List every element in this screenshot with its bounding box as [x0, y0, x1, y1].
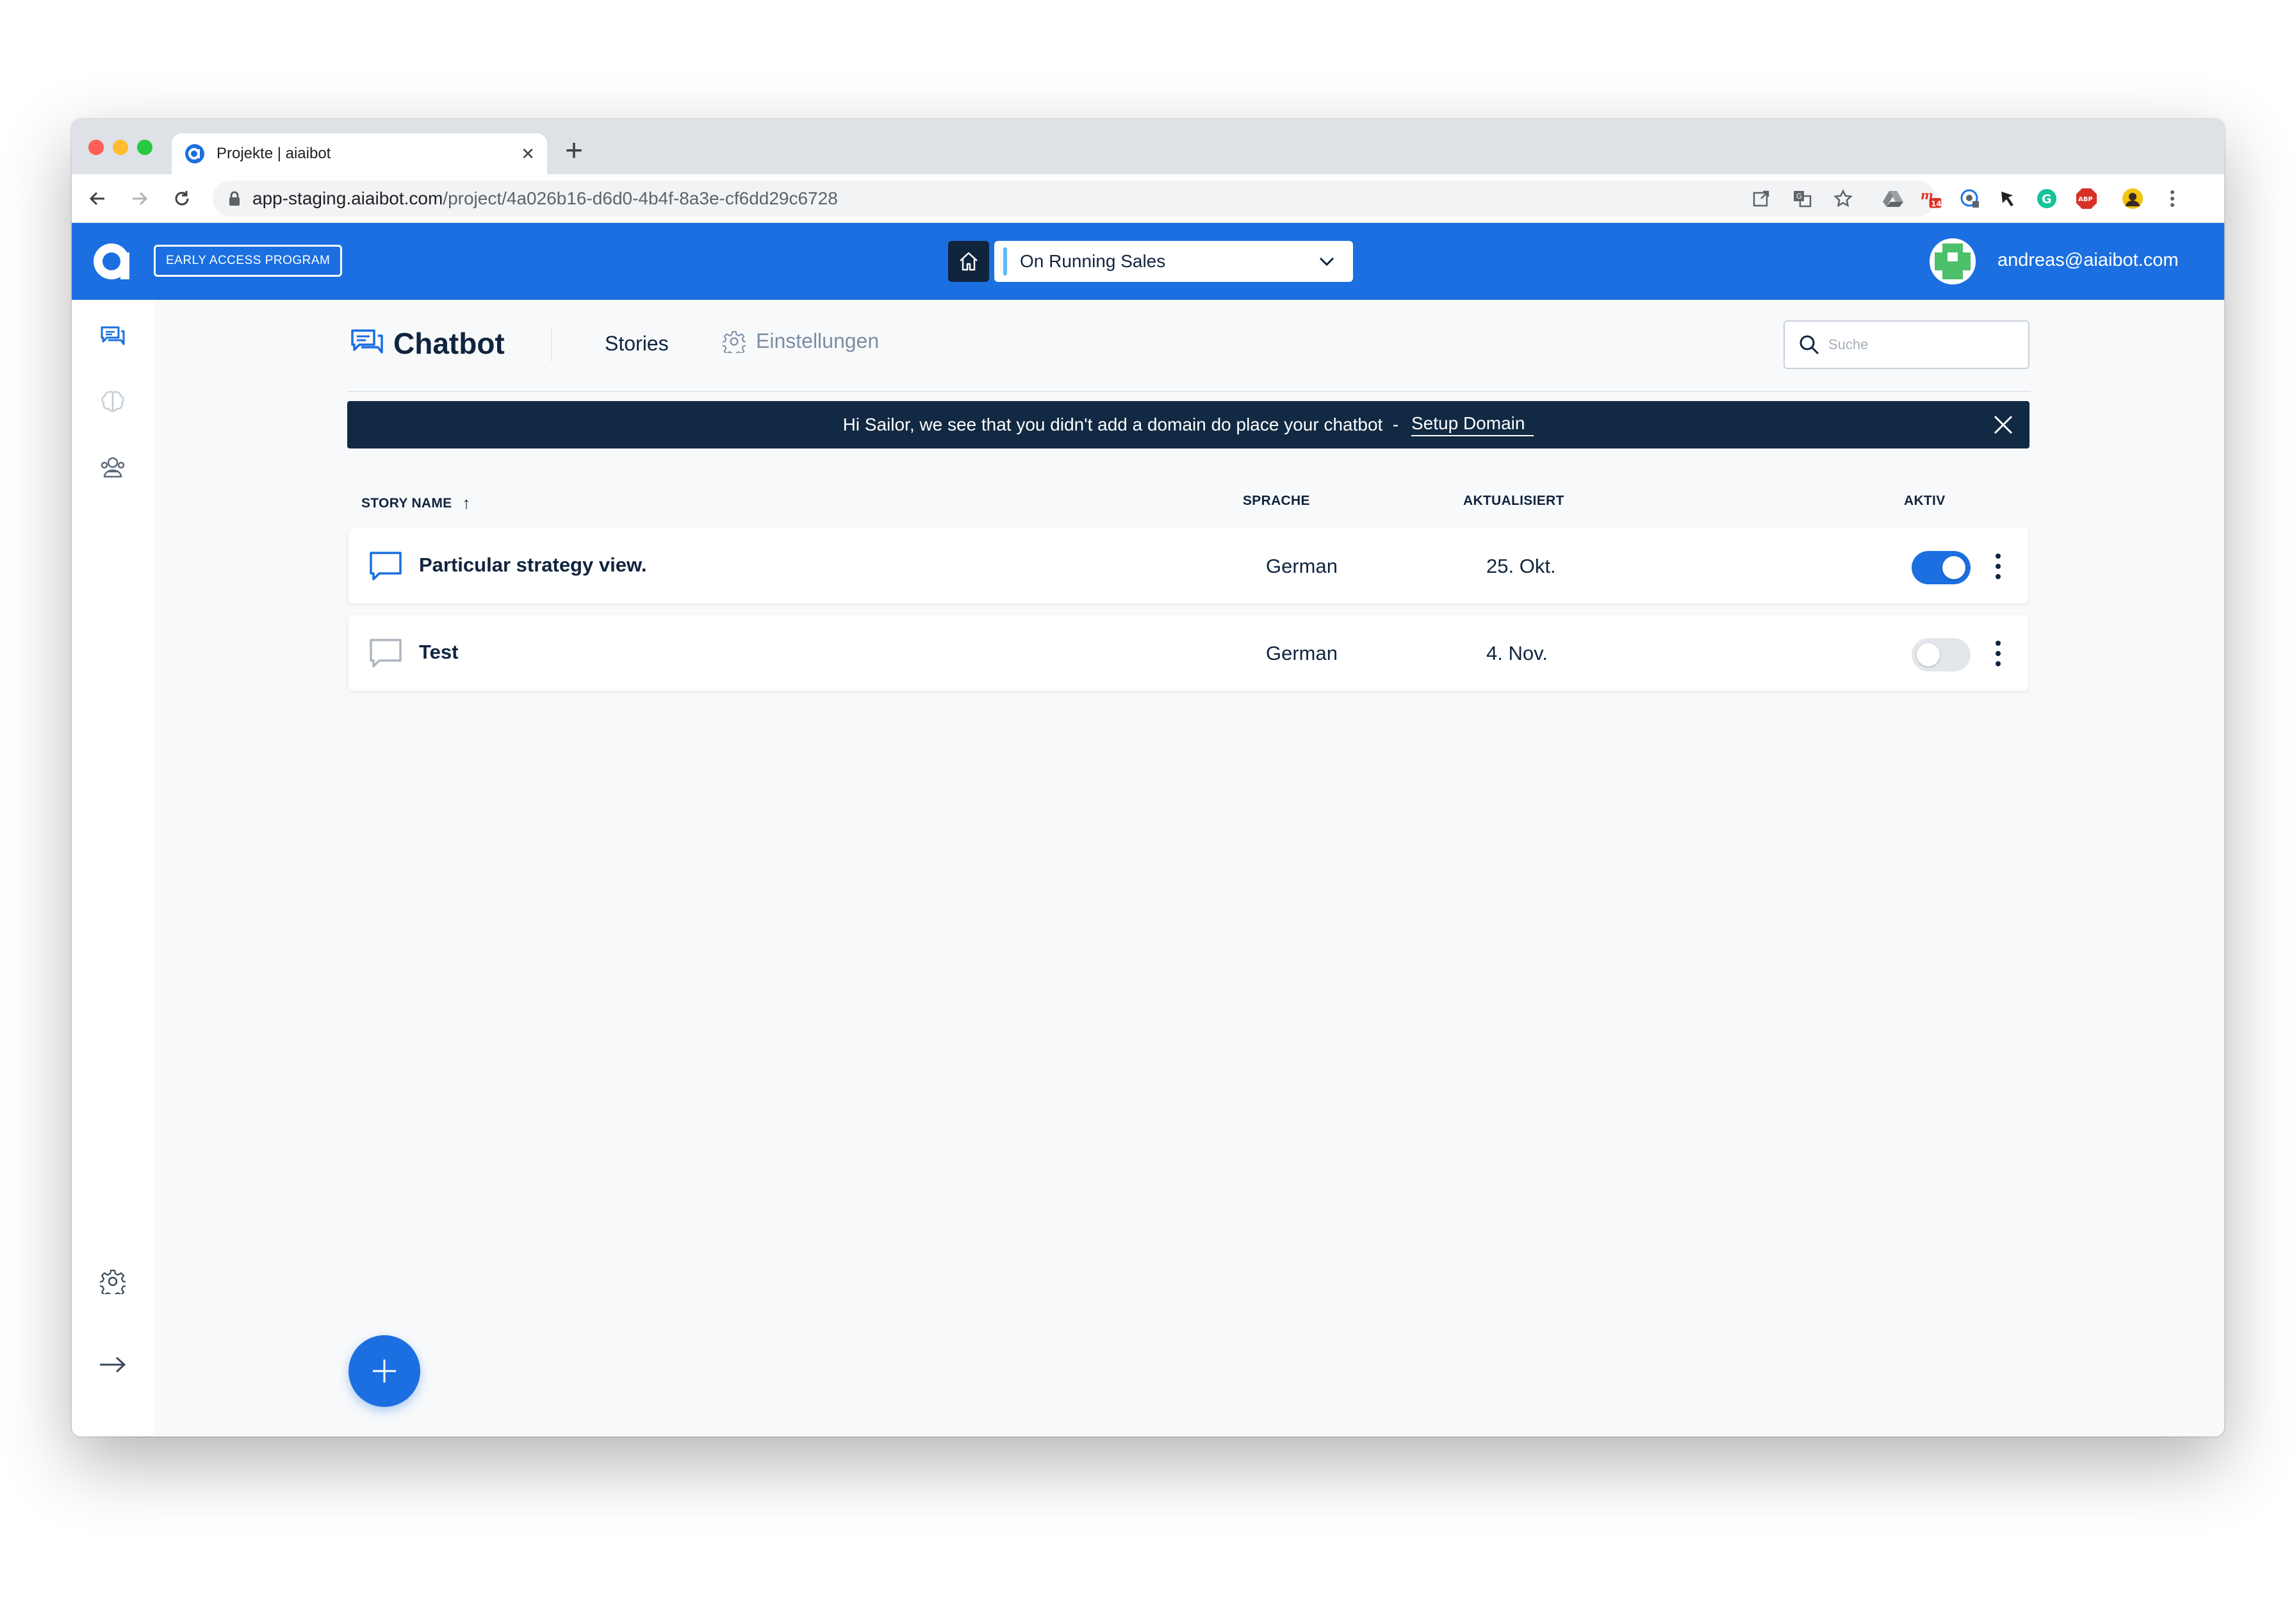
- tab-stories[interactable]: Stories: [605, 332, 669, 356]
- gear-icon: [723, 331, 746, 353]
- project-selector-value: On Running Sales: [1020, 251, 1166, 271]
- extension-badge: 14: [1931, 199, 1942, 208]
- profile-avatar-icon[interactable]: [2122, 188, 2144, 210]
- url-host: app-staging.aiaibot.com: [252, 188, 443, 208]
- sort-ascending-icon: ↑: [462, 493, 471, 513]
- aiaibot-logo[interactable]: [94, 243, 129, 279]
- story-icon: [370, 552, 402, 580]
- column-header-active[interactable]: AKTIV: [1904, 493, 1946, 509]
- column-header-story-name-label: STORY NAME: [361, 495, 452, 511]
- table-row[interactable]: Test German 4. Nov.: [348, 615, 2028, 691]
- add-story-button[interactable]: [348, 1335, 420, 1407]
- forward-arrow-icon[interactable]: [124, 183, 155, 214]
- back-arrow-icon[interactable]: [82, 183, 113, 214]
- project-selector[interactable]: On Running Sales: [994, 241, 1353, 282]
- drive-icon[interactable]: [1882, 188, 1904, 210]
- search-field[interactable]: [1784, 320, 2030, 369]
- collapse-arrow-icon[interactable]: [95, 1347, 131, 1383]
- column-header-story-name[interactable]: STORY NAME ↑: [361, 493, 471, 513]
- early-access-badge[interactable]: EARLY ACCESS PROGRAM: [154, 245, 343, 277]
- tab-close-icon[interactable]: ×: [521, 143, 534, 165]
- close-icon[interactable]: [1991, 413, 2015, 437]
- story-updated: 25. Okt.: [1486, 555, 1556, 577]
- browser-window: Projekte | aiaibot × + app-staging.aiaib…: [72, 119, 2224, 1436]
- search-input[interactable]: [1828, 336, 2008, 353]
- domain-notice-banner: Hi Sailor, we see that you didn't add a …: [347, 401, 2030, 448]
- page-heading: Chatbot: [350, 323, 505, 364]
- story-updated: 4. Nov.: [1486, 642, 1548, 664]
- svg-text:G: G: [2042, 192, 2052, 206]
- tab-title: Projekte | aiaibot: [217, 145, 331, 162]
- new-tab-button[interactable]: +: [565, 136, 583, 167]
- story-name[interactable]: Test: [419, 641, 458, 664]
- table-row[interactable]: Particular strategy view. German 25. Okt…: [348, 528, 2028, 604]
- open-in-new-icon[interactable]: [1750, 188, 1772, 210]
- story-language: German: [1266, 555, 1338, 577]
- more-options-icon[interactable]: [1988, 637, 2008, 670]
- team-icon[interactable]: [95, 450, 131, 486]
- chevron-down-icon: [1318, 256, 1335, 267]
- home-button[interactable]: [948, 241, 989, 282]
- extension-14-icon[interactable]: m 14: [1921, 188, 1942, 210]
- grammarly-icon[interactable]: G: [2036, 188, 2058, 210]
- adblock-label: ABP: [2078, 196, 2093, 203]
- banner-text: Hi Sailor, we see that you didn't add a …: [842, 415, 1404, 434]
- brain-icon[interactable]: [95, 384, 131, 420]
- story-name[interactable]: Particular strategy view.: [419, 554, 647, 577]
- browser-tab[interactable]: Projekte | aiaibot ×: [172, 133, 547, 174]
- user-email[interactable]: andreas@aiaibot.com: [1997, 250, 2179, 271]
- app-header: EARLY ACCESS PROGRAM On Running Sales an…: [72, 223, 2224, 300]
- home-icon: [960, 252, 978, 271]
- story-icon: [370, 639, 402, 668]
- maximize-window-button[interactable]: [137, 140, 152, 155]
- tab-settings-label: Einstellungen: [756, 329, 880, 352]
- column-header-language[interactable]: SPRACHE: [1243, 493, 1310, 509]
- lock-icon: [229, 191, 240, 206]
- close-window-button[interactable]: [88, 140, 104, 155]
- column-header-updated[interactable]: AKTUALISIERT: [1463, 493, 1564, 509]
- sidebar: [72, 300, 154, 1436]
- cursor-extension-icon[interactable]: [1997, 188, 2019, 210]
- plus-icon: [373, 1360, 396, 1383]
- minimize-window-button[interactable]: [113, 140, 128, 155]
- chrome-menu-icon[interactable]: [2161, 188, 2183, 210]
- url-path: /project/4a026b16-d6d0-4b4f-8a3e-cf6dd29…: [443, 188, 838, 208]
- page-title: Chatbot: [393, 327, 505, 360]
- user-avatar[interactable]: [1930, 238, 1976, 284]
- tab-strip: Projekte | aiaibot × +: [72, 119, 2224, 174]
- aiaibot-favicon-icon: [185, 144, 204, 163]
- chatbot-icon: [351, 329, 383, 354]
- header-divider: [347, 391, 2031, 392]
- active-toggle[interactable]: [1912, 551, 1971, 584]
- settings-icon[interactable]: [95, 1263, 131, 1299]
- svg-text:G: G: [1796, 192, 1802, 201]
- more-options-icon[interactable]: [1988, 550, 2008, 583]
- bookmark-star-icon[interactable]: [1832, 188, 1854, 210]
- extension-icon[interactable]: [1959, 188, 1981, 210]
- reload-icon[interactable]: [167, 183, 197, 214]
- story-language: German: [1266, 642, 1338, 664]
- search-icon: [1800, 335, 1819, 355]
- title-separator: [551, 328, 552, 361]
- address-bar[interactable]: app-staging.aiaibot.com/project/4a026b16…: [213, 181, 1936, 217]
- tab-settings[interactable]: Einstellungen: [723, 329, 879, 353]
- active-toggle[interactable]: [1912, 638, 1971, 671]
- translate-icon[interactable]: G: [1791, 188, 1813, 210]
- browser-toolbar: app-staging.aiaibot.com/project/4a026b16…: [72, 174, 2224, 223]
- adblock-icon[interactable]: ABP: [2076, 188, 2097, 210]
- setup-domain-link[interactable]: Setup Domain: [1411, 413, 1534, 436]
- chatbot-icon[interactable]: [95, 319, 131, 355]
